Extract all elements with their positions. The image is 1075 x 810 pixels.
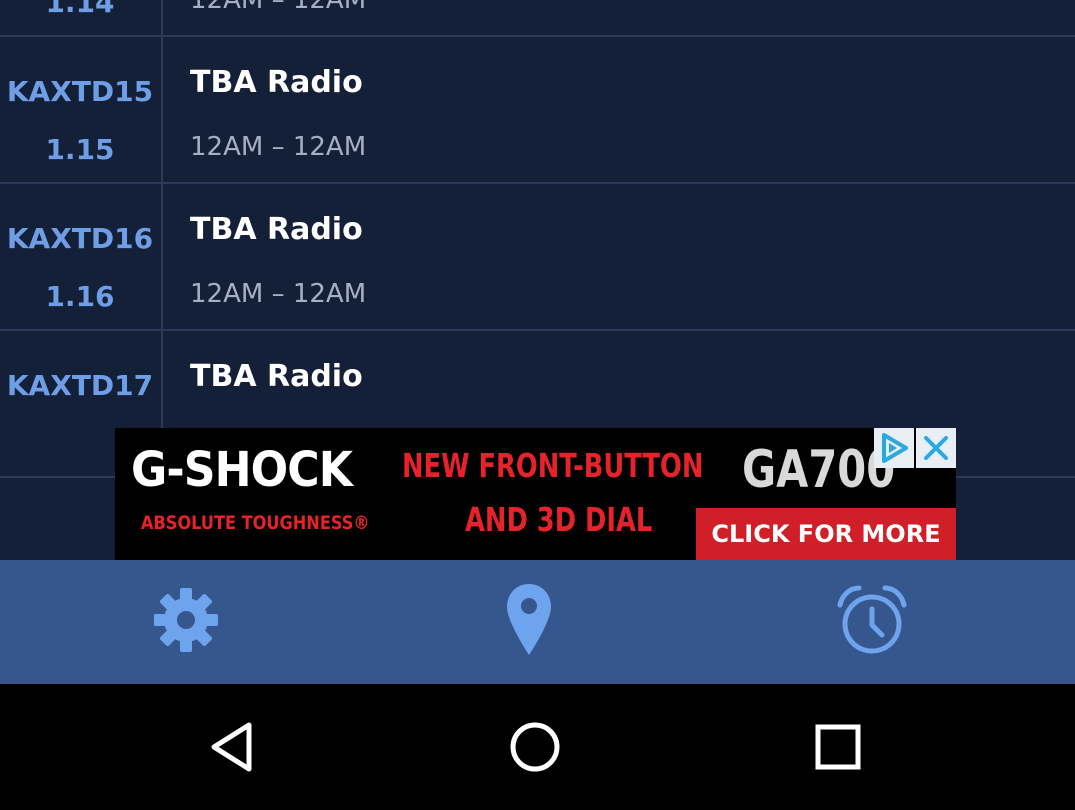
tab-settings[interactable]: [7, 560, 365, 684]
banner-ad[interactable]: G-SHOCK ABSOLUTE TOUGHNESS® NEW FRONT-BU…: [115, 428, 956, 560]
program-title: TBA Radio: [190, 212, 363, 247]
adchoices-icon[interactable]: [874, 428, 914, 468]
back-icon: [207, 720, 257, 778]
program-title: TBA Radio: [190, 359, 363, 394]
channel-cell: KAXTD16 1.16: [0, 184, 163, 331]
ad-brand: G-SHOCK: [131, 442, 353, 498]
program-time: 12AM – 12AM: [190, 279, 367, 309]
home-icon: [507, 719, 563, 779]
channel-callsign: KAXTD15: [6, 75, 154, 108]
system-navigation-bar: [0, 684, 1075, 810]
back-button[interactable]: [172, 704, 292, 794]
ad-headline-line2: AND 3D DIAL: [465, 500, 653, 539]
location-pin-icon: [504, 580, 554, 664]
channel-number: 1.14: [45, 0, 115, 19]
home-button[interactable]: [475, 704, 595, 794]
channel-number: 1.15: [45, 133, 115, 166]
channel-callsign: KAXTD17: [6, 369, 154, 402]
guide-row[interactable]: 1.14 12AM – 12AM: [0, 0, 1075, 37]
tab-location[interactable]: [350, 560, 708, 684]
guide-row[interactable]: KAXTD16 1.16 TBA Radio 12AM – 12AM: [0, 184, 1075, 331]
ad-cta-button[interactable]: CLICK FOR MORE: [696, 508, 956, 560]
recents-button[interactable]: [778, 704, 898, 794]
alarm-clock-icon: [832, 583, 912, 662]
ad-headline-line1: NEW FRONT-BUTTON: [402, 446, 704, 485]
ad-tagline: ABSOLUTE TOUGHNESS®: [141, 512, 370, 534]
ad-model: GA700: [742, 440, 896, 500]
channel-number: 1.16: [45, 280, 115, 313]
channel-cell: KAXTD15 1.15: [0, 37, 163, 184]
channel-cell: 1.14: [0, 0, 163, 37]
gear-icon: [151, 585, 221, 659]
tab-alarm[interactable]: [693, 560, 1051, 684]
program-title: TBA Radio: [190, 65, 363, 100]
guide-row[interactable]: KAXTD15 1.15 TBA Radio 12AM – 12AM: [0, 37, 1075, 184]
recents-icon: [813, 722, 863, 776]
channel-callsign: KAXTD16: [6, 222, 154, 255]
program-time: 12AM – 12AM: [190, 132, 367, 162]
program-time: 12AM – 12AM: [190, 0, 367, 15]
bottom-tab-bar: [0, 560, 1075, 684]
close-icon[interactable]: [916, 428, 956, 468]
